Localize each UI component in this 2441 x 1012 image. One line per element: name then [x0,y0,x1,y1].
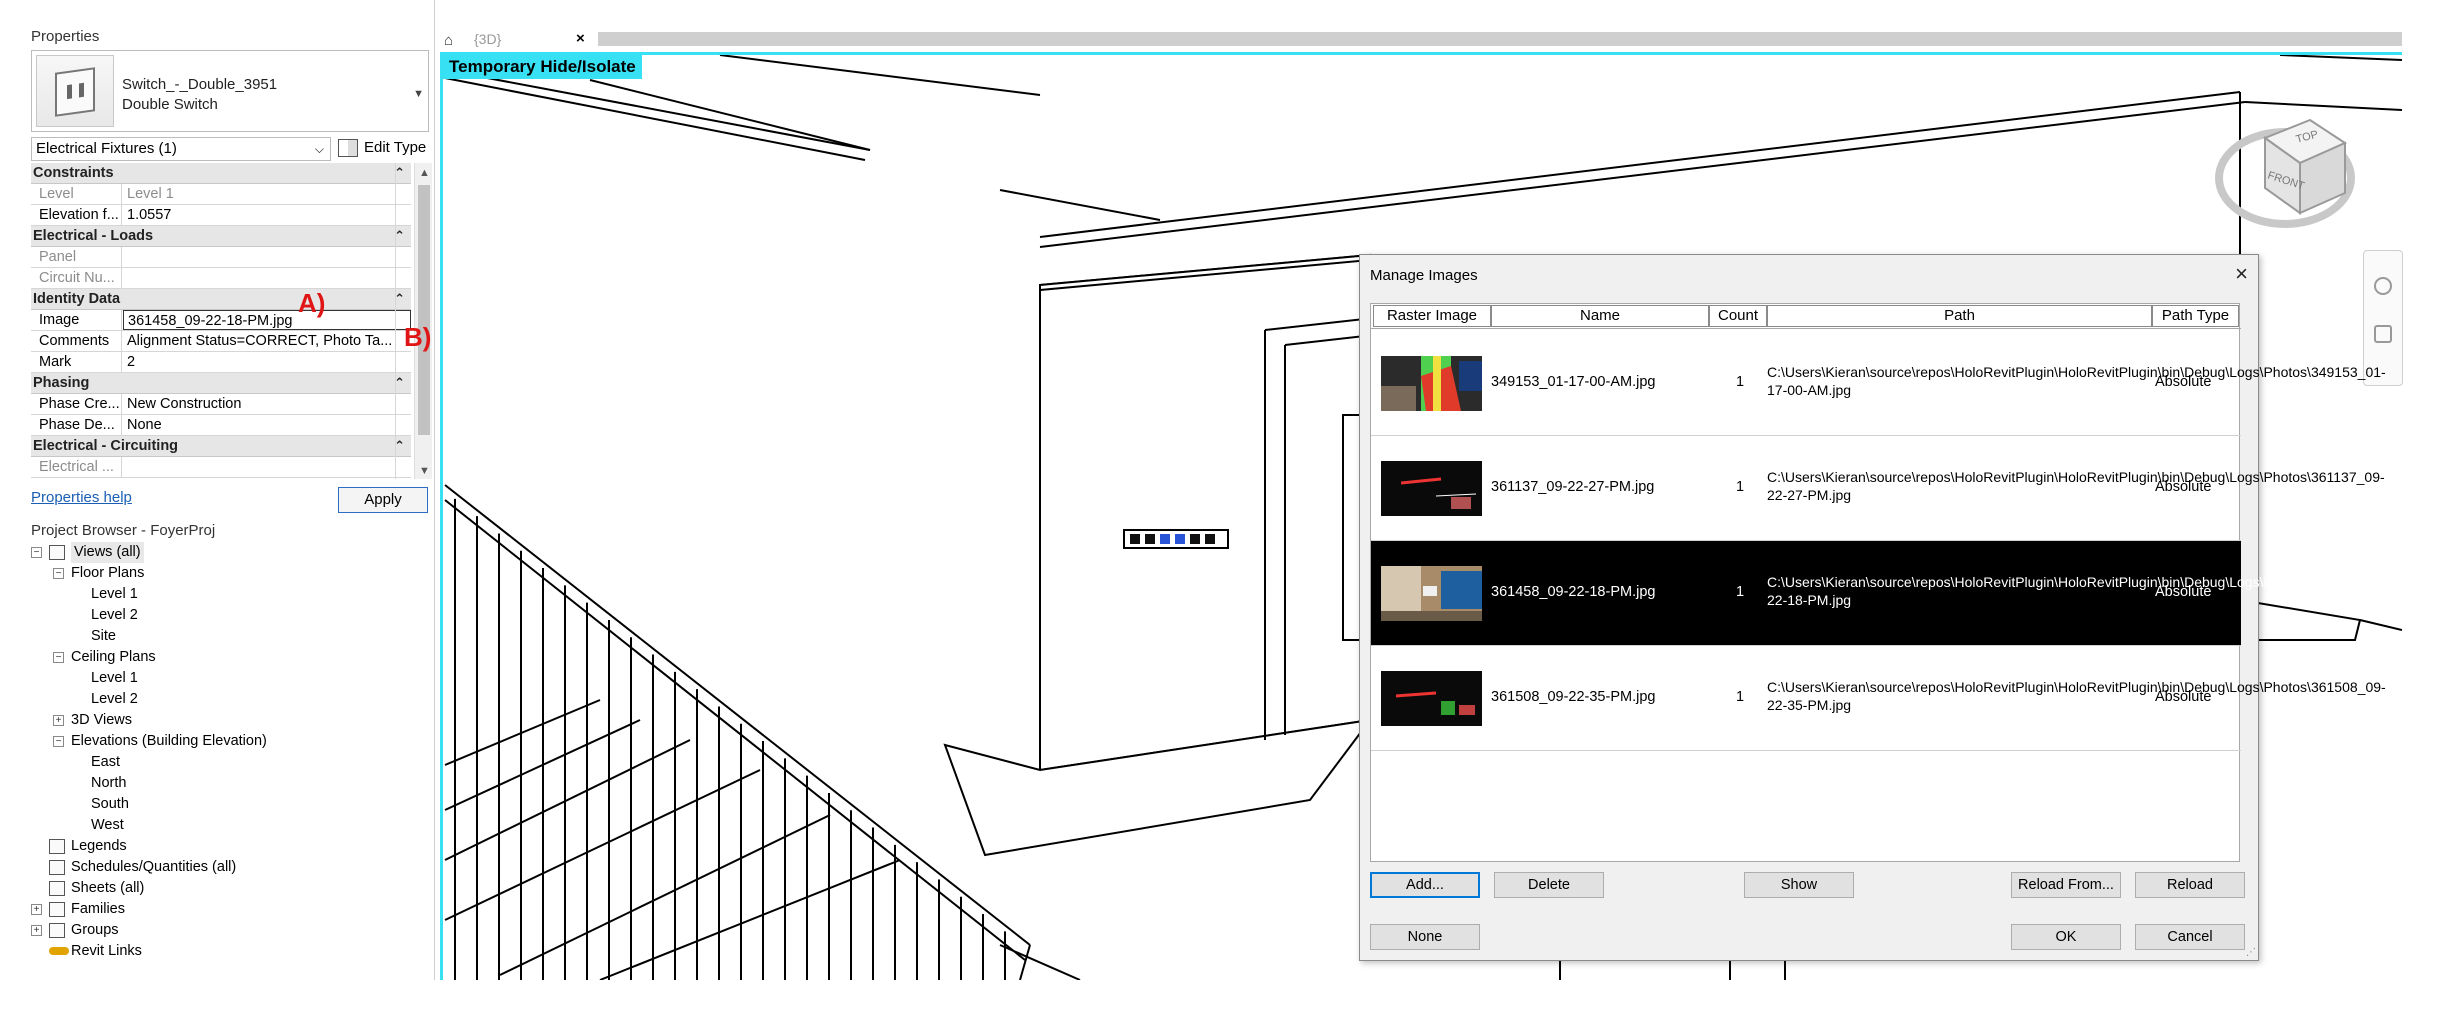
delete-button[interactable]: Delete [1494,872,1604,898]
image-path-type: Absolute [2155,479,2212,495]
image-path-type: Absolute [2155,374,2212,390]
temporary-hide-isolate-banner: Temporary Hide/Isolate [443,55,642,79]
image-thumbnail [1381,566,1482,621]
image-thumbnail [1381,356,1482,411]
column-header-count[interactable]: Count [1709,305,1767,327]
resize-grip-icon[interactable]: ⋰ [2246,947,2256,958]
none-button[interactable]: None [1370,924,1480,950]
ok-button[interactable]: OK [2011,924,2121,950]
raster-thumbnail [1381,566,1482,621]
image-count: 1 [1736,479,1745,495]
zoom-icon[interactable] [2374,325,2392,343]
table-header: Raster Image Name Count Path Path Type [1371,304,2241,329]
image-path-type: Absolute [2155,689,2212,705]
manage-images-dialog: Manage Images × Raster Image Name Count … [1359,254,2386,961]
table-row[interactable]: 361508_09-22-35-PM.jpg 1 C:\Users\Kieran\s… [1371,646,2386,751]
image-name: 361137_09-22-27-PM.jpg [1491,479,1655,495]
cancel-button[interactable]: Cancel [2135,924,2245,950]
image-path: C:\Users\Kieran\source\repos\HoloRevitPl… [1767,469,2385,503]
image-count: 1 [1736,584,1745,600]
column-header-path-type[interactable]: Path Type [2152,305,2239,327]
image-path-type: Absolute [2155,584,2212,600]
show-button[interactable]: Show [1744,872,1854,898]
image-path: C:\Users\Kieran\source\repos\HoloRevitPl… [1767,364,2386,398]
add-button[interactable]: Add... [1370,872,1480,898]
image-path: C:\Users\Kieran\source\repos\HoloRevitPl… [1767,679,2386,713]
image-count: 1 [1736,374,1745,390]
image-name: 361508_09-22-35-PM.jpg [1491,689,1656,705]
image-count: 1 [1736,689,1745,705]
view-cube[interactable]: TOP FRONT [2215,98,2375,248]
image-name: 361458_09-22-18-PM.jpg [1491,584,1656,600]
raster-thumbnail [1381,461,1482,516]
reload-from-button[interactable]: Reload From... [2011,872,2121,898]
steering-wheel-icon[interactable] [2374,277,2392,295]
images-table: Raster Image Name Count Path Path Type 3… [1370,303,2386,862]
table-row[interactable]: 349153_01-17-00-AM.jpg 1 C:\Users\Kieran\s… [1371,331,2386,436]
image-path: C:\Users\Kieran\source\repos\HoloRevitPl… [1767,574,2386,608]
table-row[interactable]: 361458_09-22-18-PM.jpg 1 C:\Users\Kieran\s… [1371,541,2386,646]
close-icon[interactable]: × [2235,261,2248,287]
image-name: 349153_01-17-00-AM.jpg [1491,374,1656,390]
table-row[interactable]: 361137_09-22-27-PM.jpg 1 C:\Users\Kieran\s… [1371,436,2385,541]
dialog-title: Manage Images [1370,267,1478,284]
column-header-name[interactable]: Name [1491,305,1709,327]
raster-thumbnail [1381,356,1482,411]
reload-button[interactable]: Reload [2135,872,2245,898]
image-thumbnail [1381,671,1482,726]
image-thumbnail [1381,461,1482,516]
column-header-path[interactable]: Path [1767,305,2152,327]
raster-thumbnail [1381,671,1482,726]
column-header-raster-image[interactable]: Raster Image [1373,305,1491,327]
